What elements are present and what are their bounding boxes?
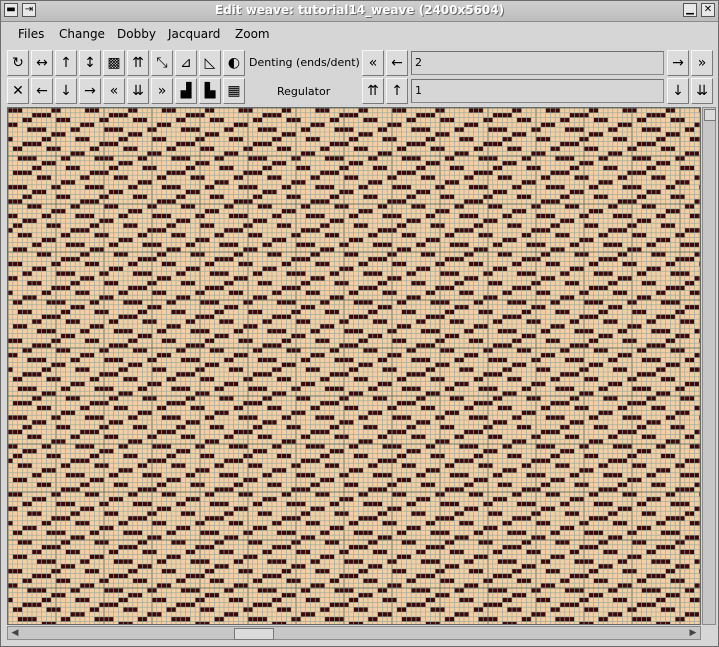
clear-button[interactable]: ✕ — [7, 78, 29, 104]
vertical-scroll-thumb[interactable] — [704, 109, 716, 121]
weave-canvas[interactable] — [7, 107, 701, 625]
regulator-up-button[interactable]: ↑ — [386, 78, 408, 104]
scroll-right-icon[interactable]: ▶ — [687, 627, 699, 639]
close-icon: ✕ — [703, 4, 713, 15]
stairs-down-icon: ▙ — [204, 83, 216, 99]
checker-button[interactable]: ▦ — [223, 78, 245, 104]
right-arrow-icon: → — [672, 55, 684, 71]
edit-weave-window: ▬ ⇥ Edit weave: tutorial14_weave (2400x5… — [0, 0, 719, 647]
menu-bar: Files Change Dobby Jacquard Zoom — [1, 22, 718, 46]
close-button[interactable]: ✕ — [701, 3, 715, 17]
rotate-icon: ↻ — [12, 55, 24, 71]
flip-horizontal-button[interactable]: ↔ — [31, 50, 53, 76]
horizontal-scroll-thumb[interactable] — [234, 628, 274, 640]
invert-pattern-button[interactable]: ▩ — [103, 50, 125, 76]
minimize-button[interactable]: ▁ — [683, 3, 697, 17]
invert-pattern-icon: ▩ — [107, 55, 121, 71]
diagonal-arrows-button[interactable]: ⤡ — [151, 50, 173, 76]
flip-horizontal-icon: ↔ — [36, 55, 48, 71]
shift-right-icon: → — [84, 83, 96, 99]
weave-grid[interactable] — [8, 108, 700, 624]
double-right-icon: » — [697, 55, 707, 71]
denting-double-left-button[interactable]: « — [362, 50, 384, 76]
double-left-icon: « — [368, 55, 378, 71]
menu-change[interactable]: Change — [59, 27, 105, 41]
shift-down-icon: ↓ — [60, 83, 72, 99]
shift-up-icon: ↑ — [60, 55, 72, 71]
title-bar: ▬ ⇥ Edit weave: tutorial14_weave (2400x5… — [1, 1, 718, 22]
horizontal-scrollbar[interactable]: ◀ ▶ — [7, 626, 701, 640]
shift-left-button[interactable]: ← — [31, 78, 53, 104]
denting-label: Denting (ends/dent) — [249, 56, 360, 69]
up-arrow-icon: ↑ — [391, 83, 403, 99]
stairs-down-button[interactable]: ▙ — [199, 78, 221, 104]
clear-icon: ✕ — [12, 83, 24, 99]
regulator-double-up-button[interactable]: ⇈ — [362, 78, 384, 104]
menu-zoom[interactable]: Zoom — [235, 27, 270, 41]
checker-icon: ▦ — [227, 83, 241, 99]
double-up-icon: ⇈ — [132, 55, 144, 71]
left-arrow-icon: ← — [391, 55, 403, 71]
double-right-icon: » — [157, 83, 167, 99]
step-up-button[interactable]: ⊿ — [175, 50, 197, 76]
shift-up-button[interactable]: ↑ — [55, 50, 77, 76]
menu-dobby[interactable]: Dobby — [117, 27, 156, 41]
double-left-icon: « — [109, 83, 119, 99]
scroll-left-icon[interactable]: ◀ — [9, 627, 21, 639]
step-down-button[interactable]: ◺ — [199, 50, 221, 76]
step-up-icon: ⊿ — [180, 55, 192, 71]
regulator-double-down-button[interactable]: ⇊ — [691, 78, 713, 104]
down-arrow-icon: ↓ — [672, 83, 684, 99]
double-right-button[interactable]: » — [151, 78, 173, 104]
shift-down-button[interactable]: ↓ — [55, 78, 77, 104]
shift-left-icon: ← — [36, 83, 48, 99]
double-down-icon: ⇊ — [132, 83, 144, 99]
double-down-button[interactable]: ⇊ — [127, 78, 149, 104]
rotate-button[interactable]: ↻ — [7, 50, 29, 76]
half-circle-icon: ◐ — [227, 55, 241, 71]
stairs-up-button[interactable]: ▟ — [175, 78, 197, 104]
diagonal-arrows-icon: ⤡ — [156, 55, 168, 71]
menu-jacquard[interactable]: Jacquard — [168, 27, 220, 41]
double-up-button[interactable]: ⇈ — [127, 50, 149, 76]
regulator-input[interactable]: 1 — [411, 79, 664, 103]
denting-input[interactable]: 2 — [411, 51, 664, 75]
half-circle-button[interactable]: ◐ — [223, 50, 245, 76]
regulator-label: Regulator — [277, 85, 331, 98]
denting-double-right-button[interactable]: » — [691, 50, 713, 76]
minimize-icon: ▁ — [686, 4, 694, 15]
stairs-up-icon: ▟ — [180, 83, 192, 99]
denting-right-button[interactable]: → — [667, 50, 689, 76]
regulator-down-button[interactable]: ↓ — [667, 78, 689, 104]
step-down-icon: ◺ — [204, 55, 216, 71]
toolbar: ↻ ↔ ↑ ↕ ▩ ⇈ ⤡ ⊿ ◺ ◐ ✕ ← ↓ → « ⇊ » ▟ ▙ ▦ Denting (ends/dent… — [1, 47, 718, 107]
shift-right-button[interactable]: → — [79, 78, 101, 104]
menu-files[interactable]: Files — [18, 27, 44, 41]
denting-left-button[interactable]: ← — [386, 50, 408, 76]
flip-vertical-icon: ↕ — [84, 55, 96, 71]
double-left-button[interactable]: « — [103, 78, 125, 104]
double-up-icon: ⇈ — [367, 83, 379, 99]
flip-vertical-button[interactable]: ↕ — [79, 50, 101, 76]
double-down-icon: ⇊ — [696, 83, 708, 99]
window-title: Edit weave: tutorial14_weave (2400x5604) — [214, 3, 505, 17]
vertical-scrollbar[interactable] — [702, 107, 716, 625]
